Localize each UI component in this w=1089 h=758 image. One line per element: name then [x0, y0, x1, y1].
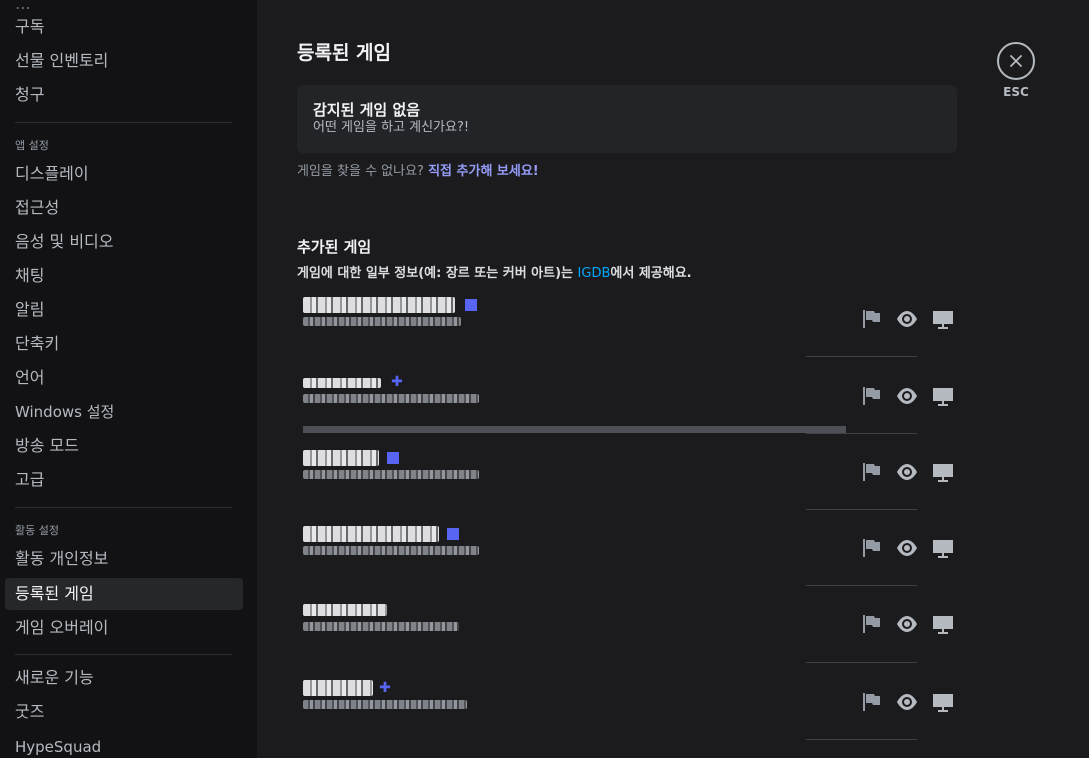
game-meta-redacted — [303, 700, 467, 709]
game-actions — [859, 460, 957, 484]
sidebar-divider — [15, 507, 232, 508]
row-divider — [806, 585, 917, 586]
flag-icon[interactable] — [859, 384, 883, 408]
game-row — [297, 297, 957, 373]
game-row — [297, 526, 957, 602]
monitor-icon[interactable] — [931, 612, 955, 636]
page-title: 등록된 게임 — [297, 42, 392, 64]
sidebar-item-gift-inventory[interactable]: 선물 인벤토리 — [5, 45, 243, 77]
sidebar-item-activity-privacy[interactable]: 활동 개인정보 — [5, 543, 243, 575]
eye-icon[interactable] — [895, 536, 919, 560]
sidebar-divider — [15, 654, 232, 655]
sidebar-item-notifications[interactable]: 알림 — [5, 294, 243, 326]
no-game-detected-card: 감지된 게임 없음 어떤 게임을 하고 계신가요?! — [297, 85, 957, 153]
verified-icon: ✚ — [379, 680, 391, 696]
game-meta-redacted — [303, 394, 479, 403]
sidebar-item-language[interactable]: 언어 — [5, 362, 243, 394]
flag-icon[interactable] — [859, 612, 883, 636]
eye-icon[interactable] — [895, 690, 919, 714]
game-actions — [859, 612, 957, 636]
sidebar-item-accessibility[interactable]: 접근성 — [5, 192, 243, 224]
flag-icon[interactable] — [859, 690, 883, 714]
flag-icon[interactable] — [859, 536, 883, 560]
add-game-manually-link[interactable]: 직접 추가해 보세요! — [428, 164, 539, 179]
verified-icon: ✚ — [391, 374, 403, 390]
sidebar-item-hypesquad[interactable]: HypeSquad — [5, 731, 243, 758]
igdb-note-suffix: 에서 제공해요. — [610, 266, 692, 281]
verified-icon — [463, 297, 479, 313]
scan-progress-bar — [303, 426, 846, 433]
sidebar-item-keybinds[interactable]: 단축키 — [5, 328, 243, 360]
igdb-note: 게임에 대한 일부 정보(예: 장르 또는 커버 아트)는 IGDB에서 제공해… — [297, 262, 692, 281]
row-divider — [806, 662, 917, 663]
game-row — [297, 450, 957, 526]
sidebar-header-app-settings: 앱 설정 — [15, 139, 49, 152]
sidebar-divider — [15, 122, 232, 123]
sidebar-item-voice-video[interactable]: 음성 및 비디오 — [5, 226, 243, 258]
flag-icon[interactable] — [859, 460, 883, 484]
row-divider — [806, 739, 917, 740]
row-divider — [806, 433, 917, 434]
monitor-icon[interactable] — [931, 307, 955, 331]
sidebar-item-windows-settings[interactable]: Windows 설정 — [5, 396, 243, 428]
row-divider — [806, 356, 917, 357]
game-meta-redacted — [303, 546, 479, 555]
monitor-icon[interactable] — [931, 460, 955, 484]
game-actions — [859, 307, 957, 331]
game-name-redacted — [303, 378, 381, 388]
close-icon — [1010, 55, 1022, 67]
settings-window: ⋯ 구독 선물 인벤토리 청구 앱 설정 디스플레이 접근성 음성 및 비디오 … — [0, 0, 1089, 758]
sidebar-item-subscriptions[interactable]: 구독 — [5, 11, 243, 43]
eye-icon[interactable] — [895, 612, 919, 636]
game-actions — [859, 536, 957, 560]
game-name-redacted — [303, 680, 373, 696]
game-name-redacted — [303, 604, 387, 616]
game-meta-redacted — [303, 470, 479, 479]
sidebar-item-chat[interactable]: 채팅 — [5, 260, 243, 292]
sidebar-header-activity-settings: 활동 설정 — [15, 524, 59, 537]
no-game-detected-subtitle: 어떤 게임을 하고 계신가요?! — [313, 120, 470, 135]
game-meta-redacted — [303, 317, 461, 326]
game-name-redacted — [303, 297, 455, 313]
eye-icon[interactable] — [895, 460, 919, 484]
sidebar-item-display[interactable]: 디스플레이 — [5, 158, 243, 190]
game-meta-redacted — [303, 622, 459, 631]
eye-icon[interactable] — [895, 307, 919, 331]
sidebar-item-billing[interactable]: 청구 — [5, 79, 243, 111]
added-games-title: 추가된 게임 — [297, 238, 372, 256]
sidebar-item-registered-games[interactable]: 등록된 게임 — [5, 578, 243, 610]
game-actions — [859, 384, 957, 408]
sidebar-item-whats-new[interactable]: 새로운 기능 — [5, 662, 243, 694]
sidebar-item-advanced[interactable]: 고급 — [5, 464, 243, 496]
verified-icon — [385, 450, 401, 466]
monitor-icon[interactable] — [931, 384, 955, 408]
registered-games-page: 등록된 게임 감지된 게임 없음 어떤 게임을 하고 계신가요?! 게임을 찾을… — [257, 0, 1089, 758]
cant-find-prefix: 게임을 찾을 수 없나요? — [297, 164, 424, 179]
sidebar-item-merch[interactable]: 굿즈 — [5, 696, 243, 728]
eye-icon[interactable] — [895, 384, 919, 408]
sidebar-item-streamer-mode[interactable]: 방송 모드 — [5, 430, 243, 462]
game-row: ✚ — [297, 680, 957, 756]
game-row: ✚ — [297, 374, 957, 450]
igdb-note-prefix: 게임에 대한 일부 정보(예: 장르 또는 커버 아트)는 — [297, 266, 574, 281]
game-actions — [859, 690, 957, 714]
close-button[interactable] — [997, 42, 1035, 80]
monitor-icon[interactable] — [931, 536, 955, 560]
verified-icon — [445, 526, 461, 542]
sidebar-item-game-overlay[interactable]: 게임 오버레이 — [5, 612, 243, 644]
row-divider — [806, 509, 917, 510]
close-esc-label: ESC — [1003, 85, 1029, 99]
game-name-redacted — [303, 526, 439, 542]
flag-icon[interactable] — [859, 307, 883, 331]
igdb-link[interactable]: IGDB — [578, 266, 611, 281]
game-row — [297, 602, 957, 678]
game-name-redacted — [303, 450, 379, 466]
settings-sidebar: ⋯ 구독 선물 인벤토리 청구 앱 설정 디스플레이 접근성 음성 및 비디오 … — [0, 0, 257, 758]
no-game-detected-title: 감지된 게임 없음 — [313, 101, 421, 119]
cant-find-game-text: 게임을 찾을 수 없나요? 직접 추가해 보세요! — [297, 160, 539, 179]
monitor-icon[interactable] — [931, 690, 955, 714]
